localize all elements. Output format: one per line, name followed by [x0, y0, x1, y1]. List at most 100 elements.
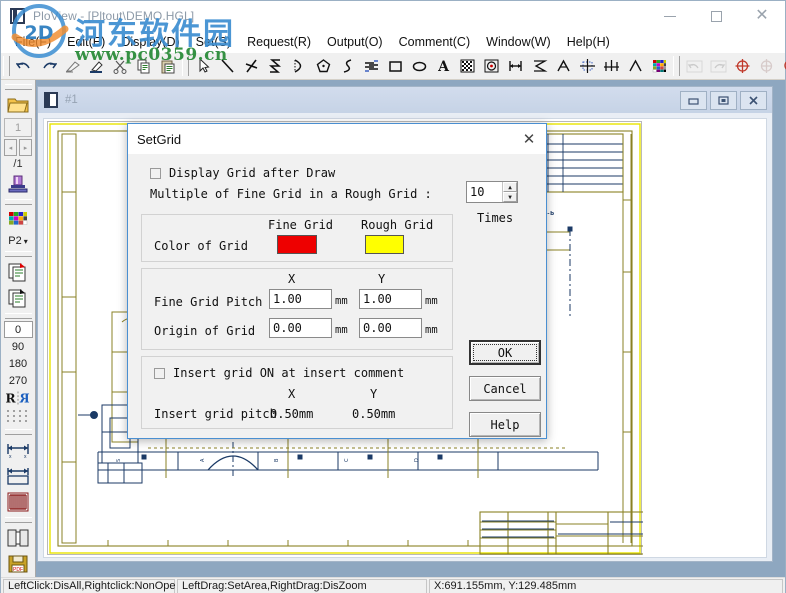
page-number-field[interactable]: 1 [4, 118, 32, 137]
undo-icon[interactable] [12, 55, 36, 78]
cancel-button[interactable]: Cancel [469, 376, 541, 401]
svg-text:PDF: PDF [13, 567, 23, 573]
rotation-180-button[interactable]: 180 [4, 355, 33, 372]
doc-close-button[interactable] [740, 90, 767, 110]
color-palette-icon[interactable] [647, 55, 671, 78]
copy-with-red-mark-icon[interactable] [4, 259, 32, 285]
area-fill-icon[interactable] [4, 489, 32, 515]
fine-grid-pitch-x-unit: mm [335, 295, 348, 307]
origin-of-grid-x-input[interactable]: 0.00 [269, 318, 332, 338]
fine-grid-pitch-x-input[interactable]: 1.00 [269, 289, 332, 309]
menu-window[interactable]: Window(W) [478, 33, 559, 51]
display-grid-checkbox[interactable] [150, 167, 161, 179]
open-book-icon[interactable] [4, 525, 32, 551]
save-icon[interactable]: PDF [4, 551, 32, 577]
menu-file[interactable]: File(F) [7, 33, 59, 51]
eraser-icon[interactable] [60, 55, 84, 78]
rough-grid-color-swatch[interactable] [365, 235, 404, 254]
rotation-0-button[interactable]: 0 [3, 321, 33, 338]
rotation-90-button[interactable]: 90 [4, 338, 33, 355]
multiple-spinner[interactable]: 10 ▲ ▼ [466, 181, 518, 203]
svg-text:R: R [5, 392, 16, 406]
multiple-value[interactable]: 10 [467, 182, 502, 202]
stamp-icon[interactable] [4, 171, 32, 197]
menu-comment[interactable]: Comment(C) [391, 33, 479, 51]
chamfer-icon[interactable] [623, 55, 647, 78]
ok-button[interactable]: OK [469, 340, 541, 365]
circle-target-icon[interactable] [479, 55, 503, 78]
close-icon[interactable]: ✕ [512, 125, 546, 154]
doc-restore-button[interactable] [710, 90, 737, 110]
toolbar-grip-2[interactable] [182, 56, 189, 76]
redo-icon[interactable] [36, 55, 60, 78]
sidebar-grip-1[interactable] [4, 84, 32, 90]
measure-box-icon[interactable] [4, 463, 32, 489]
multiple-of-fine-grid-label: Multiple of Fine Grid in a Rough Grid : [150, 187, 432, 201]
paste-icon[interactable] [156, 55, 180, 78]
display-grid-checkbox-row[interactable]: Display Grid after Draw [150, 166, 335, 180]
arrow-up-icon[interactable] [551, 55, 575, 78]
spinner-up-button[interactable]: ▲ [503, 182, 517, 192]
toolbar-grip[interactable] [3, 56, 10, 76]
pen-selector[interactable]: P2 ▾ [8, 233, 27, 249]
copy-with-black-mark-icon[interactable] [4, 285, 32, 311]
minimize-button[interactable] [647, 1, 693, 31]
cut-icon[interactable] [108, 55, 132, 78]
polyline-icon[interactable] [263, 55, 287, 78]
mirror-icon[interactable]: R R [4, 389, 32, 407]
menu-request[interactable]: Request(R) [239, 33, 319, 51]
line-icon[interactable] [215, 55, 239, 78]
dialog-title-bar[interactable]: SetGrid ✕ [128, 124, 546, 154]
sidebar-grip-5[interactable] [4, 429, 32, 435]
page-next-button[interactable]: ▸ [19, 139, 32, 156]
select-arrow-icon[interactable] [191, 55, 215, 78]
sidebar-grip-4[interactable] [4, 313, 32, 319]
menu-display[interactable]: Display(D) [113, 33, 187, 51]
page-prev-button[interactable]: ◂ [4, 139, 17, 156]
help-button[interactable]: Help [469, 412, 541, 437]
doc-minimize-button[interactable] [680, 90, 707, 110]
document-title-bar[interactable]: #1 [38, 87, 772, 113]
menu-set[interactable]: Set(S) [188, 33, 239, 51]
polygon-icon[interactable] [311, 55, 335, 78]
ellipse-icon[interactable] [407, 55, 431, 78]
open-folder-icon[interactable] [4, 92, 32, 118]
center-mark-icon[interactable] [575, 55, 599, 78]
fill-pattern-icon[interactable] [455, 55, 479, 78]
fine-grid-pitch-y-input[interactable]: 1.00 [359, 289, 422, 309]
menu-help[interactable]: Help(H) [559, 33, 618, 51]
arc-icon[interactable] [287, 55, 311, 78]
document-title: #1 [65, 94, 78, 106]
crosshair-line-icon[interactable] [239, 55, 263, 78]
measure-horizontal-icon[interactable]: xx [4, 437, 32, 463]
angle-dim-icon[interactable] [527, 55, 551, 78]
hatch-icon[interactable] [359, 55, 383, 78]
insert-grid-checkbox[interactable] [154, 367, 165, 379]
color-palette-icon[interactable] [4, 207, 32, 233]
highlighter-icon[interactable] [84, 55, 108, 78]
zoom-in-cross-icon[interactable] [730, 55, 754, 78]
copy-icon[interactable] [132, 55, 156, 78]
fine-grid-color-swatch[interactable] [277, 235, 317, 254]
menu-edit[interactable]: Edit(E) [59, 33, 113, 51]
close-button[interactable]: ✕ [739, 1, 785, 31]
sidebar-grip-3[interactable] [4, 251, 32, 257]
tick-marks-icon[interactable] [599, 55, 623, 78]
dot-grid-icon[interactable] [4, 407, 32, 427]
sidebar-grip-6[interactable] [4, 517, 32, 523]
dimension-icon[interactable] [503, 55, 527, 78]
toolbar-grip-3[interactable] [673, 56, 680, 76]
origin-of-grid-y-input[interactable]: 0.00 [359, 318, 422, 338]
text-icon[interactable]: A [431, 55, 455, 78]
rectangle-icon[interactable] [383, 55, 407, 78]
menu-output[interactable]: Output(O) [319, 33, 391, 51]
spline-icon[interactable] [335, 55, 359, 78]
insert-grid-checkbox-row[interactable]: Insert grid ON at insert comment [154, 366, 404, 380]
help-button-label: Help [490, 417, 520, 432]
spinner-down-button[interactable]: ▼ [503, 192, 517, 202]
zoom-in-icon[interactable] [778, 55, 786, 78]
rotation-270-button[interactable]: 270 [4, 372, 33, 389]
maximize-button[interactable] [693, 1, 739, 31]
svg-text:R: R [19, 392, 30, 406]
sidebar-grip-2[interactable] [4, 199, 32, 205]
